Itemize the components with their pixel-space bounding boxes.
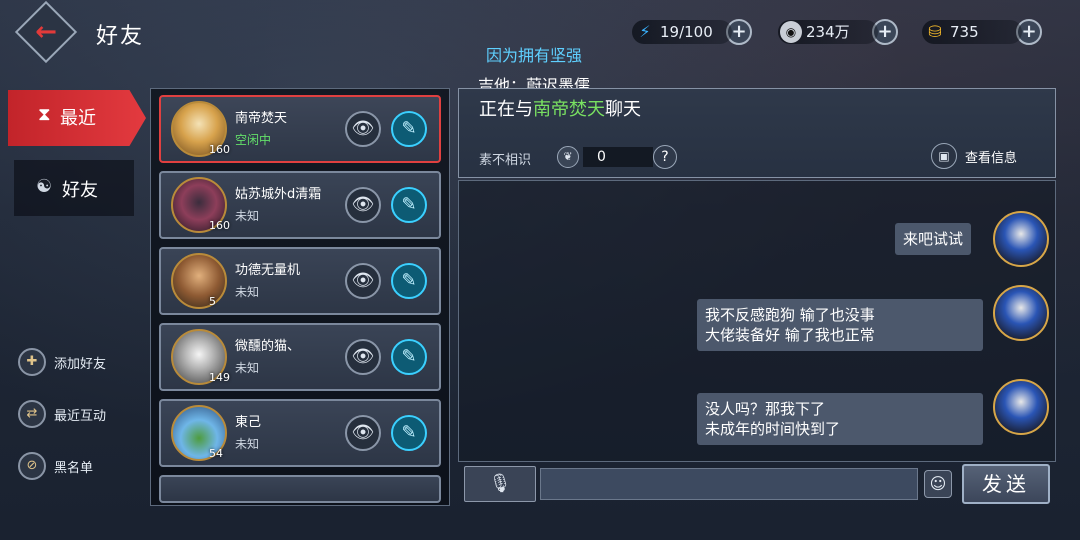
friend-status: 未知: [235, 285, 260, 299]
smiley-icon: ☺: [929, 474, 947, 493]
friend-status: 未知: [235, 361, 260, 375]
chat-icon[interactable]: ✎: [391, 187, 427, 223]
add-friend-label: 添加好友: [54, 356, 107, 372]
eye-icon[interactable]: 👁: [345, 111, 381, 147]
tab-recent[interactable]: ⧗ 最近: [8, 90, 146, 146]
gold-value: 735: [950, 23, 979, 41]
eye-icon[interactable]: 👁: [345, 415, 381, 451]
blacklist-icon: ⊘: [18, 452, 46, 480]
friend-card[interactable]: 160 姑苏城外d清霜 未知 👁 ✎: [159, 171, 441, 239]
friend-list[interactable]: 160 南帝焚天 空闲中 👁 ✎ 160 姑苏城外d清霜 未知 👁 ✎ 5 功德…: [150, 88, 450, 506]
chat-title-suffix: 聊天: [605, 99, 641, 120]
message-line: 来吧试试: [903, 230, 964, 248]
chat-message: 我不反感跑狗 输了也没事 大佬装备好 输了我也正常: [697, 299, 983, 351]
message-line: 没人吗？那我下了: [705, 400, 826, 418]
relation-value: 0: [583, 147, 653, 167]
friend-name: 東己: [235, 415, 262, 430]
profile-icon: ▣: [931, 143, 957, 169]
gold-ingot-icon: ⛁: [928, 22, 942, 41]
recent-interaction-label: 最近互动: [54, 408, 107, 424]
friend-level: 160: [209, 143, 230, 156]
chat-icon[interactable]: ✎: [391, 263, 427, 299]
tab-friends[interactable]: ☯ 好友: [14, 160, 134, 216]
avatar[interactable]: [993, 211, 1049, 267]
silver-resource: ◉ 234万 +: [778, 18, 898, 46]
blacklist-label: 黑名单: [54, 460, 94, 476]
voice-button[interactable]: 🎙: [464, 466, 536, 502]
friend-level: 5: [209, 295, 216, 308]
floating-text-1: 因为拥有坚强: [486, 46, 583, 65]
back-button[interactable]: ←: [14, 0, 78, 64]
back-arrow-icon: ←: [35, 17, 57, 47]
relation-icon: ❦: [557, 146, 579, 168]
microphone-icon: 🎙: [488, 473, 512, 494]
energy-resource: ⚡ 19/100 +: [632, 18, 752, 46]
friend-level: 149: [209, 371, 230, 384]
help-button[interactable]: ?: [653, 145, 677, 169]
friend-card-partial[interactable]: [159, 475, 441, 503]
send-button[interactable]: 发送: [962, 464, 1050, 504]
add-friend-icon: ✚: [18, 348, 46, 376]
chat-icon[interactable]: ✎: [391, 339, 427, 375]
friend-name: 功德无量机: [235, 263, 301, 278]
chat-title: 正在与南帝焚天聊天: [479, 95, 641, 121]
page-title: 好友: [96, 24, 145, 49]
avatar[interactable]: [171, 253, 227, 309]
message-line: 我不反感跑狗 输了也没事: [705, 306, 875, 324]
chat-messages[interactable]: 来吧试试 我不反感跑狗 输了也没事 大佬装备好 输了我也正常 没人吗？那我下了 …: [458, 180, 1056, 462]
friend-status: 未知: [235, 209, 260, 223]
add-friend-button[interactable]: ✚ 添加好友: [18, 348, 106, 376]
friend-card[interactable]: 149 微醺的猫、 未知 👁 ✎: [159, 323, 441, 391]
friends-icon: ☯: [36, 176, 53, 197]
chat-icon[interactable]: ✎: [391, 415, 427, 451]
message-line: 大佬装备好 输了我也正常: [705, 326, 875, 344]
hourglass-icon: ⧗: [38, 104, 51, 125]
friend-card[interactable]: 5 功德无量机 未知 👁 ✎: [159, 247, 441, 315]
message-line: 未成年的时间快到了: [705, 420, 841, 438]
friend-status: 空闲中: [235, 133, 272, 147]
silver-coin-icon: ◉: [780, 21, 802, 43]
friend-level: 54: [209, 447, 223, 460]
friend-name: 姑苏城外d清霜: [235, 187, 322, 202]
energy-value: 19/100: [660, 23, 713, 41]
interaction-icon: ⇄: [18, 400, 46, 428]
chat-message: 没人吗？那我下了 未成年的时间快到了: [697, 393, 983, 445]
emoji-button[interactable]: ☺: [924, 470, 952, 498]
chat-input[interactable]: [540, 468, 918, 500]
energy-icon: ⚡: [639, 22, 651, 41]
avatar[interactable]: [993, 379, 1049, 435]
relation-label: 素不相识: [479, 153, 532, 168]
friend-name: 微醺的猫、: [235, 339, 301, 354]
chat-title-prefix: 正在与: [479, 99, 533, 120]
friend-name: 南帝焚天: [235, 111, 288, 126]
eye-icon[interactable]: 👁: [345, 339, 381, 375]
eye-icon[interactable]: 👁: [345, 187, 381, 223]
chat-partner-name: 南帝焚天: [533, 99, 605, 120]
view-info-button[interactable]: ▣ 查看信息: [931, 143, 1017, 169]
chat-message: 来吧试试: [895, 223, 972, 255]
eye-icon[interactable]: 👁: [345, 263, 381, 299]
view-info-label: 查看信息: [965, 150, 1018, 166]
chat-header: 正在与南帝焚天聊天 素不相识 ❦ 0 ? ▣ 查看信息: [458, 88, 1056, 178]
tab-friends-label: 好友: [62, 180, 98, 201]
gold-resource: ⛁ 735 +: [922, 18, 1042, 46]
friend-level: 160: [209, 219, 230, 232]
silver-value: 234万: [806, 23, 850, 41]
friend-card[interactable]: 54 東己 未知 👁 ✎: [159, 399, 441, 467]
avatar[interactable]: [993, 285, 1049, 341]
friend-status: 未知: [235, 437, 260, 451]
tab-recent-label: 最近: [60, 108, 96, 129]
recent-interaction-button[interactable]: ⇄ 最近互动: [18, 400, 106, 428]
friend-card[interactable]: 160 南帝焚天 空闲中 👁 ✎: [159, 95, 441, 163]
blacklist-button[interactable]: ⊘ 黑名单: [18, 452, 93, 480]
chat-icon[interactable]: ✎: [391, 111, 427, 147]
